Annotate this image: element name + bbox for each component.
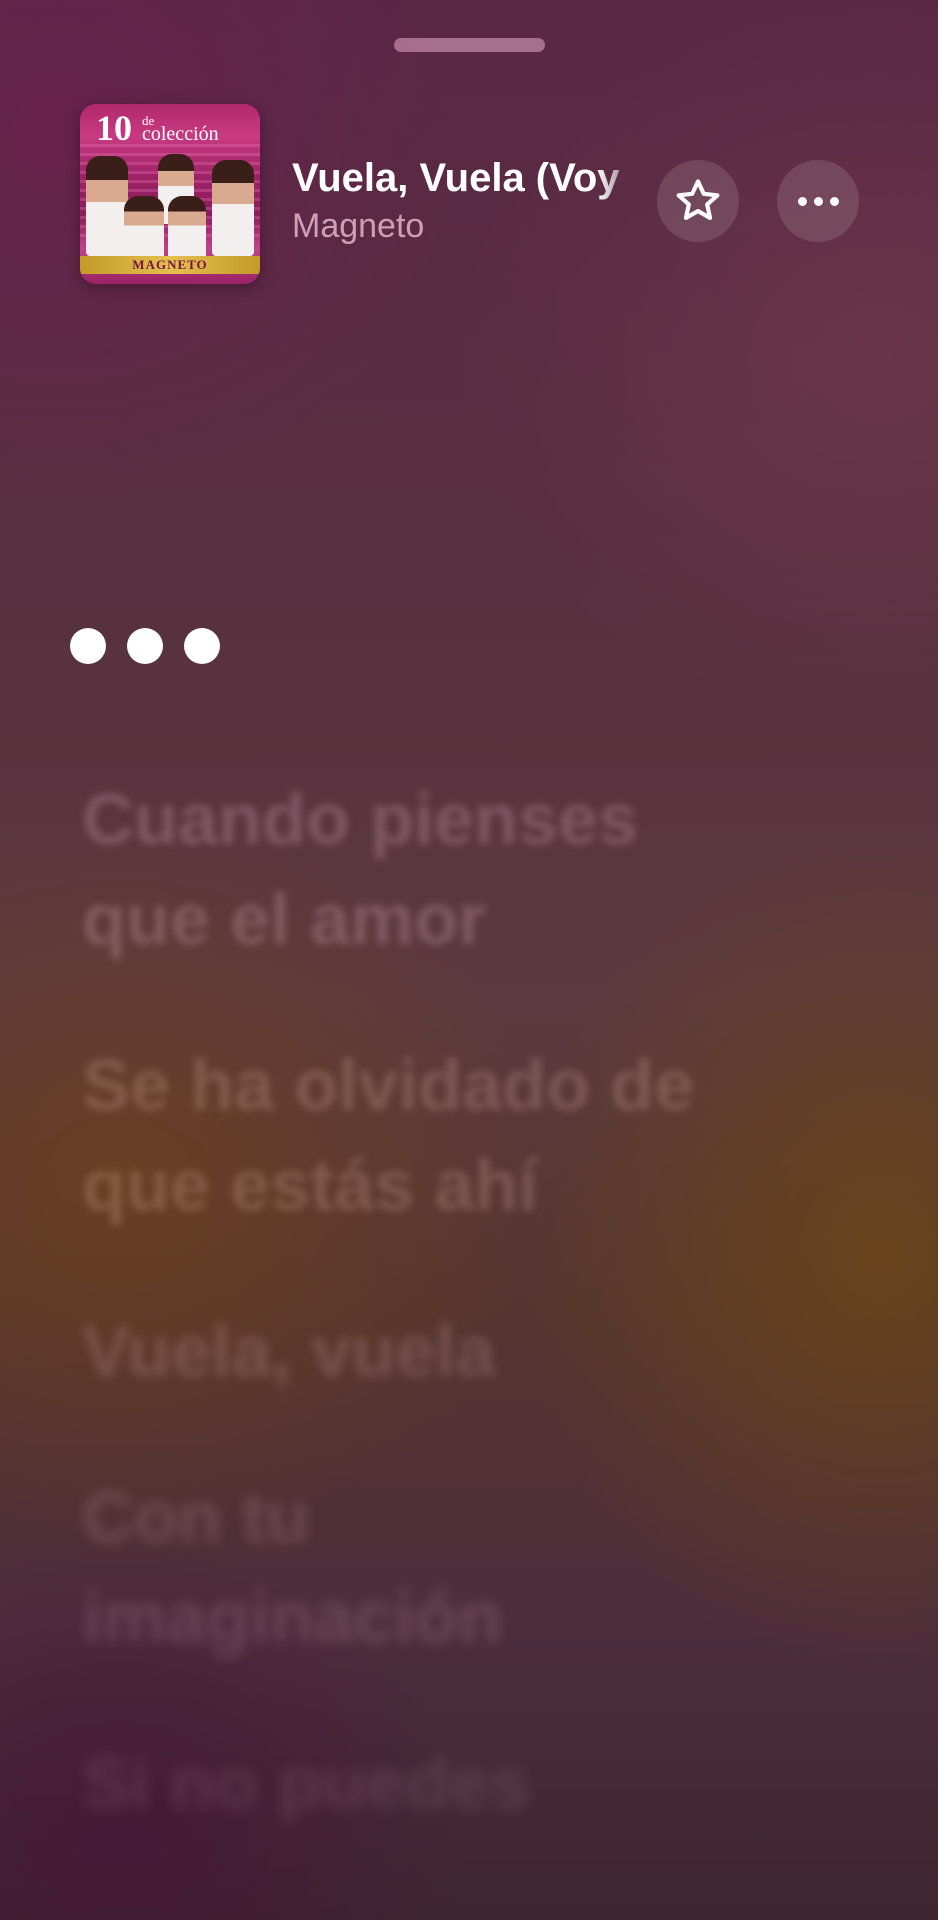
song-title: Vuela, Vuela (Voy — [292, 156, 620, 200]
ellipsis-icon-dot — [813, 196, 823, 206]
album-art-title-word: colección — [142, 123, 219, 145]
now-playing-lyrics-screen: 10 de colección MAGNETO Vuela, Vuela (Vo… — [0, 0, 938, 1920]
lyrics-interlude-indicator — [70, 628, 241, 664]
star-outline-icon — [676, 179, 720, 220]
album-art-figure — [212, 160, 254, 256]
more-options-button[interactable] — [777, 160, 859, 242]
album-art-title-number: 10 — [96, 108, 132, 148]
ellipsis-icon-dot — [829, 196, 839, 206]
interlude-dot — [184, 628, 220, 664]
favorite-button[interactable] — [657, 160, 739, 242]
lyrics-list[interactable]: Cuando pienses que el amor Se ha olvidad… — [82, 770, 882, 1900]
lyric-line[interactable]: Con tu imaginación — [82, 1468, 882, 1668]
artist-name[interactable]: Magneto — [292, 204, 646, 248]
album-artwork[interactable]: 10 de colección MAGNETO — [80, 104, 260, 284]
lyric-line[interactable]: Vuela, vuela — [82, 1302, 882, 1402]
lyric-line[interactable]: Cuando pienses que el amor — [82, 770, 882, 970]
interlude-dot — [70, 628, 106, 664]
album-art-figure — [168, 196, 206, 260]
album-art-band-name: MAGNETO — [132, 257, 208, 272]
lyric-line[interactable]: Si no puedes — [82, 1734, 882, 1834]
interlude-dot — [127, 628, 163, 664]
album-art-figure — [124, 196, 164, 260]
sheet-grabber-handle[interactable] — [394, 38, 545, 52]
song-info[interactable]: Vuela, Vuela (Voy Magneto — [292, 152, 646, 248]
album-art-figure — [86, 156, 128, 256]
lyric-line[interactable]: Se ha olvidado de que estás ahí — [82, 1036, 882, 1236]
ellipsis-icon — [797, 196, 807, 206]
